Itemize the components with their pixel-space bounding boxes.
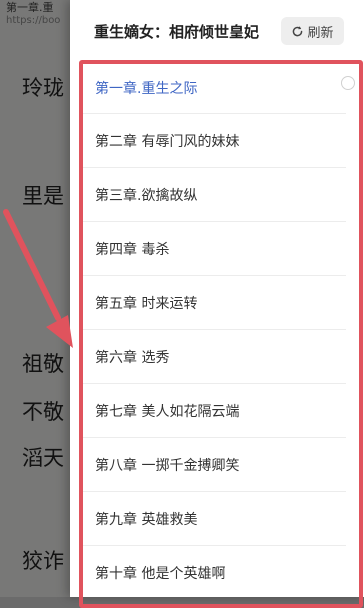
- chapter-list: 第一章.重生之际 第二章 有辱门风的妹妹 第三章.欲擒故纵 第四章 毒杀 第五章 时来运…: [80, 62, 346, 597]
- chapter-item[interactable]: 第六章 选秀: [80, 330, 346, 384]
- chapter-item[interactable]: 第十章 他是个英雄啊: [80, 546, 346, 597]
- refresh-icon: [291, 25, 304, 38]
- refresh-button[interactable]: 刷新: [281, 17, 344, 45]
- chapter-item[interactable]: 第四章 毒杀: [80, 222, 346, 276]
- chapter-item[interactable]: 第九章 英雄救美: [80, 492, 346, 546]
- chapter-item[interactable]: 第一章.重生之际: [80, 62, 346, 114]
- chapter-item[interactable]: 第三章.欲擒故纵: [80, 168, 346, 222]
- refresh-label: 刷新: [307, 25, 334, 41]
- scroll-handle[interactable]: [341, 76, 355, 90]
- chapter-item[interactable]: 第五章 时来运转: [80, 276, 346, 330]
- chapter-item[interactable]: 第二章 有辱门风的妹妹: [80, 114, 346, 168]
- chapter-item[interactable]: 第八章 一掷千金搏卿笑: [80, 438, 346, 492]
- table-of-contents-drawer: 重生嫡女：相府倾世皇妃 刷新 第一章.重生之际 第二章 有辱门风的妹妹 第三章.欲擒…: [70, 0, 364, 597]
- chapter-item[interactable]: 第七章 美人如花隔云端: [80, 384, 346, 438]
- book-title: 重生嫡女：相府倾世皇妃: [94, 23, 260, 41]
